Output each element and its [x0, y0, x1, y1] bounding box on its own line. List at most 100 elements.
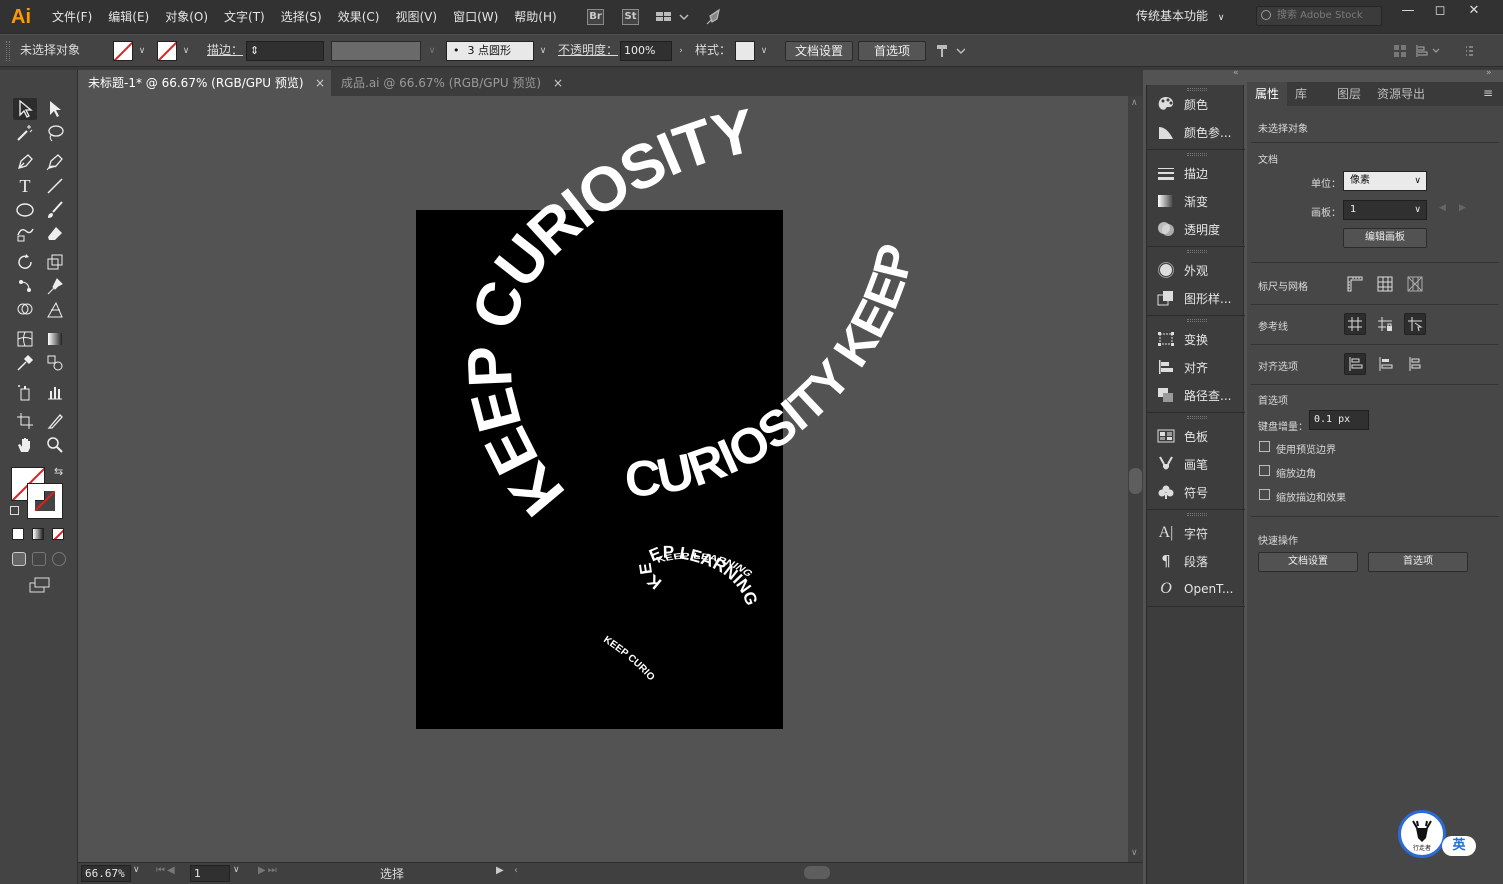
menu-view[interactable]: 视图(V): [387, 0, 445, 34]
keyboard-increment-field[interactable]: 0.1 px: [1309, 410, 1369, 430]
stroke-weight-field[interactable]: ⇕: [246, 41, 324, 61]
stock-search-input[interactable]: 搜索 Adobe Stock: [1256, 6, 1382, 26]
stock-button[interactable]: St: [622, 9, 639, 25]
zoom-field[interactable]: 66.67%: [81, 865, 131, 882]
panel-grip[interactable]: [1187, 153, 1207, 156]
draw-inside-icon[interactable]: [52, 552, 66, 566]
ime-indicator[interactable]: 行走者 英: [1398, 810, 1478, 858]
zoom-dropdown[interactable]: ∨: [133, 865, 140, 875]
restore-button[interactable]: ◻: [1424, 0, 1456, 22]
vertical-scroll-thumb[interactable]: [1129, 468, 1142, 494]
fill-dropdown[interactable]: ∨: [133, 41, 151, 61]
scroll-left-icon[interactable]: ‹: [514, 865, 518, 876]
stroke-dropdown[interactable]: ∨: [177, 41, 195, 61]
quick-preferences-button[interactable]: 首选项: [1368, 552, 1468, 572]
panel-grip[interactable]: [1187, 319, 1207, 322]
close-icon[interactable]: ×: [553, 70, 563, 96]
opacity-field[interactable]: 100%: [620, 41, 672, 61]
magic-wand-tool-icon[interactable]: [13, 122, 37, 144]
big-inner-ring-text[interactable]: CURIOSITY KEEP: [623, 240, 925, 508]
align-to-selection-icon[interactable]: [1344, 353, 1366, 375]
panel-stroke[interactable]: 描边: [1147, 160, 1245, 186]
panel-graphic-styles[interactable]: 图形样...: [1147, 285, 1245, 311]
brush-definition[interactable]: • 3 点圆形: [446, 41, 534, 61]
brush-dropdown[interactable]: ∨: [534, 41, 552, 61]
ime-language-badge[interactable]: 英: [1442, 836, 1476, 856]
panel-grip[interactable]: [6, 41, 10, 61]
grid-icon[interactable]: [1374, 273, 1396, 295]
direct-selection-tool-icon[interactable]: [43, 98, 67, 120]
opacity-arrow[interactable]: ›: [672, 41, 690, 61]
tab-asset-export[interactable]: 资源导出: [1369, 82, 1433, 106]
scroll-down-icon[interactable]: ∨: [1131, 848, 1138, 858]
arrange-documents-icon[interactable]: [655, 9, 689, 28]
symbol-sprayer-tool-icon[interactable]: [13, 381, 37, 403]
panel-color-guide[interactable]: 颜色参...: [1147, 119, 1245, 145]
swap-fill-stroke-icon[interactable]: ⇆: [54, 465, 63, 478]
ellipse-tool-icon[interactable]: [13, 199, 37, 221]
eyedropper-tool-icon[interactable]: [13, 352, 37, 374]
artboard-dropdown[interactable]: ∨: [233, 865, 240, 875]
close-window-button[interactable]: ✕: [1458, 0, 1490, 22]
hand-tool-icon[interactable]: [13, 434, 37, 456]
vertical-scrollbar[interactable]: ∧ ∨: [1128, 96, 1143, 862]
quick-document-setup-button[interactable]: 文档设置: [1258, 552, 1358, 572]
scale-tool-icon[interactable]: [43, 251, 67, 273]
variable-width-profile[interactable]: [331, 41, 421, 61]
panel-transform[interactable]: 变换: [1147, 326, 1245, 352]
panel-menu-icon[interactable]: ≡: [1483, 86, 1493, 100]
panel-gradient[interactable]: 渐变: [1147, 188, 1245, 214]
fill-swatch[interactable]: [113, 41, 133, 61]
rocket-icon[interactable]: [704, 7, 724, 30]
pixel-grid-icon[interactable]: [1404, 273, 1426, 295]
stroke-box[interactable]: [27, 483, 63, 519]
align-to-artboard-icon[interactable]: [1404, 353, 1426, 375]
zoom-tool-icon[interactable]: [43, 434, 67, 456]
menu-select[interactable]: 选择(S): [273, 0, 330, 34]
graphic-style-swatch[interactable]: [735, 41, 755, 61]
minimize-button[interactable]: —: [1392, 0, 1424, 22]
tab-untitled[interactable]: 未标题-1* @ 66.67% (RGB/GPU 预览) ×: [78, 70, 331, 96]
preferences-button[interactable]: 首选项: [858, 41, 926, 61]
panel-grip[interactable]: [1187, 416, 1207, 419]
paintbrush-tool-icon[interactable]: [43, 199, 67, 221]
shaper-tool-icon[interactable]: [13, 223, 37, 245]
panel-grip[interactable]: [1187, 513, 1207, 516]
panel-swatches[interactable]: 色板: [1147, 423, 1245, 449]
panel-paragraph[interactable]: ¶ 段落: [1147, 548, 1245, 574]
artboard-prev-icon[interactable]: ◀: [1439, 203, 1446, 213]
artboard-select[interactable]: 1 ∨: [1343, 200, 1427, 220]
horizontal-scroll-thumb[interactable]: [804, 866, 830, 879]
eraser-tool-icon[interactable]: [43, 223, 67, 245]
align-grid-icon[interactable]: [1393, 43, 1473, 62]
column-graph-tool-icon[interactable]: [43, 381, 67, 403]
document-setup-button[interactable]: 文档设置: [785, 41, 853, 61]
artboard-next-icon[interactable]: ▶: [1459, 203, 1466, 213]
pin-icon[interactable]: [935, 43, 966, 62]
none-mode-icon[interactable]: [52, 528, 64, 540]
blend-tool-icon[interactable]: [43, 352, 67, 374]
panel-transparency[interactable]: 透明度: [1147, 216, 1245, 242]
curvature-tool-icon[interactable]: [43, 151, 67, 173]
tab-libraries[interactable]: 库: [1287, 82, 1315, 106]
show-guides-icon[interactable]: [1344, 313, 1366, 335]
bridge-button[interactable]: Br: [587, 9, 604, 25]
draw-behind-icon[interactable]: [32, 552, 46, 566]
first-prev-artboard-icon[interactable]: ⏮◀: [156, 865, 177, 876]
use-preview-bounds-checkbox[interactable]: [1259, 441, 1270, 452]
slice-tool-icon[interactable]: [43, 410, 67, 432]
lasso-tool-icon[interactable]: [43, 122, 67, 144]
opacity-label[interactable]: 不透明度：: [558, 35, 618, 65]
panel-align[interactable]: 对齐: [1147, 354, 1245, 380]
panel-brushes[interactable]: 画笔: [1147, 451, 1245, 477]
menu-edit[interactable]: 编辑(E): [100, 0, 157, 34]
scroll-up-icon[interactable]: ∧: [1131, 98, 1138, 108]
tab-properties[interactable]: 属性: [1247, 82, 1288, 106]
menu-file[interactable]: 文件(F): [44, 0, 100, 34]
tab-layers[interactable]: 图层: [1329, 82, 1369, 106]
scale-corners-checkbox[interactable]: [1259, 465, 1270, 476]
shape-builder-tool-icon[interactable]: [13, 299, 37, 321]
stroke-swatch[interactable]: [157, 41, 177, 61]
style-dropdown[interactable]: ∨: [755, 41, 773, 61]
lock-guides-icon[interactable]: [1374, 313, 1396, 335]
